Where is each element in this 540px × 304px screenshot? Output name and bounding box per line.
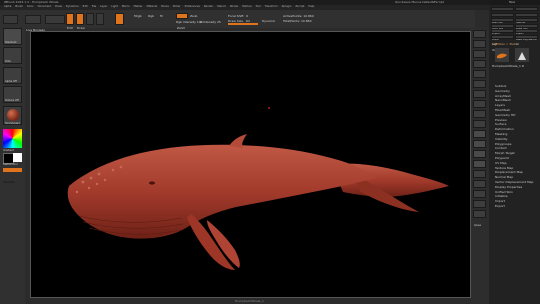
secondary-color-swatch[interactable] — [13, 153, 22, 162]
shelf-button-zoom[interactable]: Zoom — [473, 60, 486, 77]
whale-body — [67, 144, 376, 239]
alpha-selector[interactable]: Alpha Off — [3, 67, 22, 84]
rotate-button[interactable] — [115, 13, 124, 25]
tool-thumbnail-2[interactable] — [515, 48, 529, 62]
shelf-button-xpose[interactable]: Xpose — [473, 210, 486, 227]
dynamic-toggle[interactable]: Dynamic — [262, 19, 275, 23]
palette-header: Tool — [509, 0, 515, 4]
rgb-toggle[interactable]: Rgb — [148, 14, 154, 18]
draw-size-slider[interactable] — [228, 23, 258, 25]
shelf-button-floor[interactable]: Floor — [473, 100, 486, 117]
left-shelf: Standard Dots Alpha Off Texture Off Skin… — [0, 28, 25, 304]
status-footer: HumpbackWhale_1 — [235, 299, 264, 303]
palette-section-export[interactable]: Export — [489, 204, 540, 209]
zadd-toggle[interactable]: Zadd — [176, 13, 188, 30]
spotlight-button[interactable] — [45, 15, 65, 24]
palette-button-make-polymesh3d[interactable]: Make PolyMesh3D — [515, 23, 538, 41]
stroke-selector[interactable]: Dots — [3, 47, 22, 64]
shelf-button-scroll[interactable]: Scroll — [473, 50, 486, 67]
switch-color-label[interactable]: SwitchColor — [3, 163, 18, 167]
shelf-button-local[interactable]: Local — [473, 110, 486, 127]
focal-shift-label: Focal Shift — [228, 14, 244, 18]
tool-palette: Tool Load ToolSave AsCopy ToolPaste Tool… — [489, 0, 540, 304]
draw-button[interactable]: Draw — [76, 13, 85, 30]
m-toggle[interactable]: M — [160, 14, 163, 18]
palette-button-import[interactable]: Import — [491, 18, 514, 35]
shelf-button-aahalf[interactable]: AAHalf — [473, 80, 486, 97]
edit-button[interactable]: Edit — [66, 13, 74, 30]
live-boolean-button[interactable]: Live Boolean — [25, 15, 45, 32]
palette-button-clone[interactable]: Clone — [491, 23, 514, 41]
tool-thumbnail[interactable] — [495, 48, 509, 62]
current-tool-name[interactable]: HumpbackWhale_1 R — [492, 64, 524, 68]
shelf-button-actual[interactable]: Actual — [473, 70, 486, 87]
mrgb-toggle[interactable]: Mrgb — [134, 14, 142, 18]
palette-button-save-as[interactable]: Save As — [515, 7, 538, 24]
top-toolbar: LightBox Live Boolean Edit Draw Mrgb Rgb… — [0, 10, 475, 32]
palette-button-export[interactable]: Export — [515, 18, 538, 35]
shelf-button-polyf[interactable]: PolyF — [473, 170, 486, 187]
whale-eye — [149, 181, 155, 185]
palette-button-visible[interactable]: Visible — [491, 34, 514, 52]
brush-selector[interactable]: Standard — [3, 28, 22, 45]
texture-selector[interactable]: Texture Off — [3, 86, 22, 103]
material-sphere-icon — [7, 109, 19, 121]
focal-shift-value[interactable]: 0 — [246, 14, 248, 18]
palette-item-list: Subtool Geometry ArrayMesh NanoMesh Layers Fi… — [489, 84, 540, 209]
app-title: ZBrush 2023.1.2 - Humpback Whale — [4, 0, 59, 4]
total-points-readout: TotalPoints: 10.860 — [283, 19, 312, 23]
palette-button-copy-tool[interactable]: Copy Tool — [491, 12, 514, 30]
active-points-readout: ActivePoints: 10.860 — [283, 14, 314, 18]
lightbox-button[interactable]: LightBox — [3, 15, 18, 32]
palette-button-load-tool[interactable]: Load Tool — [491, 7, 514, 24]
scale-button[interactable] — [96, 13, 104, 25]
shelf-button-scale[interactable]: Scale — [473, 150, 486, 167]
color-picker[interactable] — [3, 129, 22, 148]
shelf-button-solo[interactable]: Solo — [473, 200, 486, 217]
alternate-button[interactable]: Alternate — [3, 168, 22, 184]
whale-model[interactable] — [31, 32, 472, 299]
shelf-button-lsym[interactable]: LSym — [473, 120, 486, 137]
window-buttons[interactable]: Quicksave Menus DefaultZScript — [395, 0, 444, 4]
palette-button-r[interactable]: R — [515, 34, 538, 52]
shelf-button-frame[interactable]: Frame — [473, 130, 486, 147]
palette-button-goz[interactable]: GoZ — [491, 29, 514, 46]
shelf-button-persp[interactable]: Persp — [473, 90, 486, 107]
shelf-button-bpr[interactable]: BPR — [473, 30, 486, 47]
palette-button-paste-tool[interactable]: Paste Tool — [515, 12, 538, 30]
document-canvas[interactable] — [30, 31, 471, 298]
z-intensity-slider[interactable]: Z Intensity 25 — [200, 20, 221, 24]
shelf-button-ghost[interactable]: Ghost — [473, 190, 486, 207]
palette-button-all[interactable]: All — [515, 29, 538, 46]
rgb-intensity-slider[interactable]: Rgb Intensity 100 — [176, 20, 203, 24]
shelf-button-transp[interactable]: Transp — [473, 180, 486, 197]
shelf-button-move[interactable]: Move — [473, 140, 486, 157]
shelf-button-rotate[interactable]: Rotate — [473, 160, 486, 177]
material-selector[interactable]: SkinShade4 — [3, 106, 22, 125]
lightbox-tools-button[interactable]: Lightbox > Tools — [492, 42, 517, 46]
move-button[interactable] — [86, 13, 94, 25]
zsub-toggle[interactable]: Zsub — [190, 14, 197, 18]
shelf-button-spix[interactable]: SPix — [473, 40, 486, 57]
